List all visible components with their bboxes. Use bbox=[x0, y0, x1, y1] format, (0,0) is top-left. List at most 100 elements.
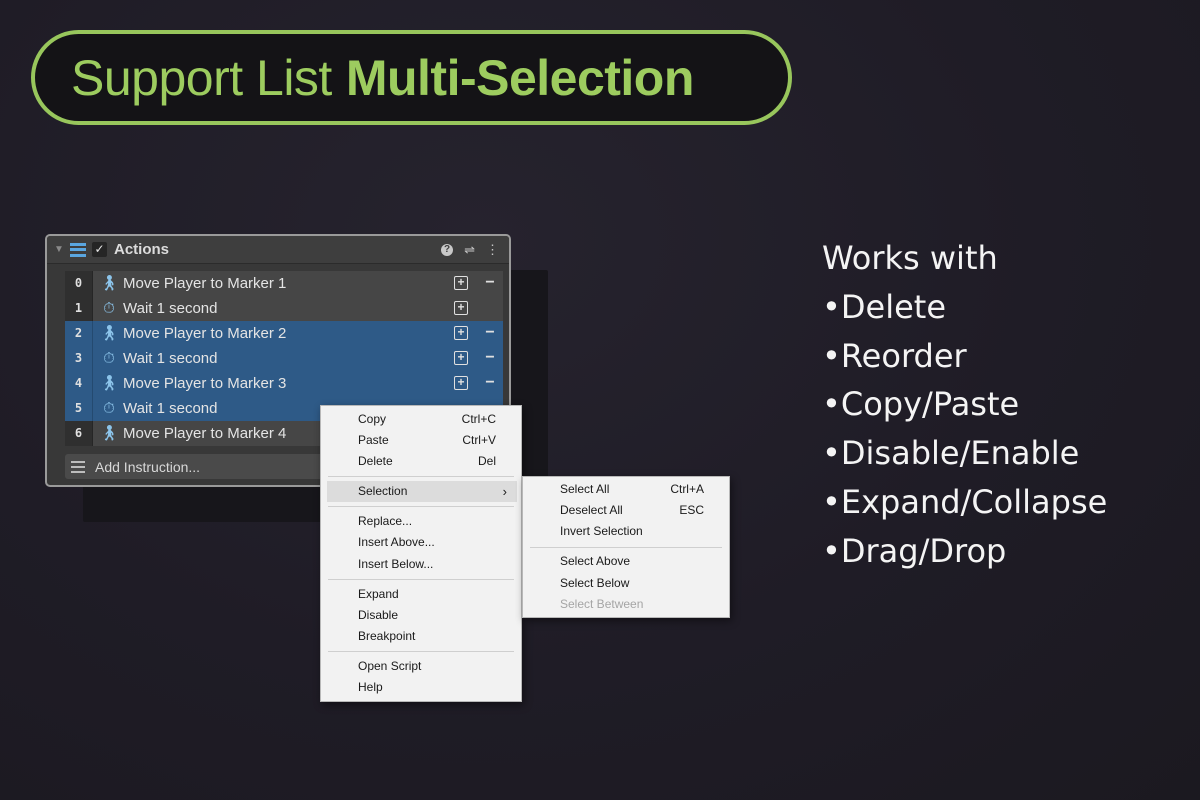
headline-banner: Support List Multi-Selection bbox=[31, 30, 792, 125]
menu-item-label: Delete bbox=[358, 454, 393, 468]
feature-item: •Reorder bbox=[822, 336, 967, 375]
menu-item-copy[interactable]: Copy Ctrl+C bbox=[321, 409, 521, 430]
menu-item-invert-selection[interactable]: Invert Selection bbox=[523, 521, 729, 542]
insert-button[interactable]: + bbox=[454, 326, 468, 340]
menu-item-select-above[interactable]: Select Above bbox=[523, 551, 729, 572]
menu-separator bbox=[328, 579, 514, 580]
menu-item-disable[interactable]: Disable bbox=[321, 605, 521, 626]
feature-item: •Delete bbox=[822, 287, 947, 326]
feature-item: •Drag/Drop bbox=[822, 531, 1007, 570]
remove-button[interactable]: − bbox=[483, 271, 497, 296]
remove-button[interactable]: − bbox=[483, 346, 497, 371]
menu-item-label: Invert Selection bbox=[560, 524, 643, 538]
menu-item-label: Open Script bbox=[358, 659, 422, 673]
menu-item-select-below[interactable]: Select Below bbox=[523, 573, 729, 594]
menu-item-delete[interactable]: Delete Del bbox=[321, 451, 521, 472]
collapse-triangle-icon[interactable]: ▼ bbox=[54, 244, 64, 255]
menu-item-selection[interactable]: Selection › bbox=[327, 481, 517, 502]
chevron-right-icon: › bbox=[502, 484, 507, 499]
walk-icon: 🚶︎ bbox=[99, 325, 119, 342]
menu-item-shortcut: Ctrl+C bbox=[461, 412, 496, 426]
timer-icon: ⏱︎ bbox=[103, 399, 115, 417]
insert-button[interactable]: + bbox=[454, 376, 468, 390]
row-index: 1 bbox=[65, 295, 93, 321]
insert-button[interactable]: + bbox=[454, 276, 468, 290]
menu-item-label: Breakpoint bbox=[358, 629, 416, 643]
works-with-heading: Works with bbox=[822, 239, 998, 277]
settings-sliders-icon[interactable]: ⇌ bbox=[464, 242, 475, 258]
menu-item-insert-above[interactable]: Insert Above... bbox=[321, 532, 521, 553]
timer-icon: ⏱︎ bbox=[103, 299, 115, 317]
menu-item-label: Select Below bbox=[560, 576, 630, 590]
menu-item-shortcut: Del bbox=[477, 454, 496, 468]
help-icon[interactable]: ? bbox=[441, 243, 454, 256]
menu-item-label: Select Between bbox=[560, 597, 644, 611]
walk-icon: 🚶︎ bbox=[99, 425, 119, 442]
row-label: Move Player to Marker 1 bbox=[123, 274, 287, 292]
row-index: 4 bbox=[65, 370, 93, 396]
row-label: Wait 1 second bbox=[123, 349, 218, 367]
menu-item-select-all[interactable]: Select All Ctrl+A bbox=[523, 479, 729, 500]
row-label: Move Player to Marker 2 bbox=[123, 324, 287, 342]
feature-item: •Expand/Collapse bbox=[822, 482, 1108, 521]
menu-item-paste[interactable]: Paste Ctrl+V bbox=[321, 430, 521, 451]
menu-item-label: Expand bbox=[358, 587, 399, 601]
more-vert-icon[interactable]: ⋮ bbox=[486, 242, 499, 258]
menu-item-help[interactable]: Help bbox=[321, 677, 521, 698]
menu-item-label: Disable bbox=[358, 608, 399, 622]
row-label: Move Player to Marker 4 bbox=[123, 424, 287, 442]
row-index: 6 bbox=[65, 420, 93, 446]
works-with-list: Works with •Delete •Reorder •Copy/Paste … bbox=[822, 234, 1107, 576]
menu-separator bbox=[328, 476, 514, 477]
list-item[interactable]: 0 🚶︎ Move Player to Marker 1 + − bbox=[65, 270, 503, 296]
menu-item-label: Select All bbox=[560, 482, 610, 496]
menu-separator bbox=[328, 651, 514, 652]
menu-item-shortcut: Ctrl+A bbox=[670, 482, 704, 496]
menu-item-shortcut: ESC bbox=[679, 503, 704, 517]
list-item[interactable]: 2 🚶︎ Move Player to Marker 2 + − bbox=[65, 320, 503, 346]
menu-item-breakpoint[interactable]: Breakpoint bbox=[321, 626, 521, 647]
menu-item-shortcut: Ctrl+V bbox=[462, 433, 496, 447]
menu-item-expand[interactable]: Expand bbox=[321, 584, 521, 605]
menu-item-label: Help bbox=[358, 680, 383, 694]
menu-item-label: Deselect All bbox=[560, 503, 623, 517]
enabled-checkbox[interactable]: ✓ bbox=[92, 242, 107, 257]
insert-button[interactable]: + bbox=[454, 301, 468, 315]
row-label: Wait 1 second bbox=[123, 299, 218, 317]
walk-icon: 🚶︎ bbox=[99, 375, 119, 392]
list-item[interactable]: 4 🚶︎ Move Player to Marker 3 + − bbox=[65, 370, 503, 396]
headline-light: Support List bbox=[71, 49, 332, 106]
list-item[interactable]: 1 ⏱︎ Wait 1 second + bbox=[65, 295, 503, 321]
context-menu: Copy Ctrl+C Paste Ctrl+V Delete Del Sele… bbox=[320, 405, 522, 702]
feature-item: •Disable/Enable bbox=[822, 434, 1080, 473]
selection-submenu: Select All Ctrl+A Deselect All ESC Inver… bbox=[522, 476, 730, 618]
list-icon bbox=[70, 242, 86, 257]
menu-item-deselect-all[interactable]: Deselect All ESC bbox=[523, 500, 729, 521]
list-item[interactable]: 3 ⏱︎ Wait 1 second + − bbox=[65, 345, 503, 371]
row-index: 5 bbox=[65, 395, 93, 421]
menu-item-label: Select Above bbox=[560, 554, 631, 568]
menu-item-insert-below[interactable]: Insert Below... bbox=[321, 554, 521, 575]
menu-item-open-script[interactable]: Open Script bbox=[321, 656, 521, 677]
row-index: 0 bbox=[65, 270, 93, 296]
insert-button[interactable]: + bbox=[454, 351, 468, 365]
timer-icon: ⏱︎ bbox=[103, 349, 115, 367]
menu-item-replace[interactable]: Replace... bbox=[321, 511, 521, 532]
menu-item-select-between: Select Between bbox=[523, 594, 729, 615]
remove-button[interactable]: − bbox=[483, 371, 497, 396]
menu-item-label: Replace... bbox=[358, 514, 413, 528]
menu-separator bbox=[328, 506, 514, 507]
menu-item-label: Insert Below... bbox=[358, 557, 434, 571]
menu-item-label: Selection bbox=[358, 484, 408, 498]
row-label: Wait 1 second bbox=[123, 399, 218, 417]
row-index: 2 bbox=[65, 320, 93, 346]
walk-icon: 🚶︎ bbox=[99, 275, 119, 292]
panel-title: Actions bbox=[114, 241, 170, 258]
feature-item: •Copy/Paste bbox=[822, 385, 1020, 424]
add-instruction-label: Add Instruction... bbox=[95, 458, 201, 475]
row-label: Move Player to Marker 3 bbox=[123, 374, 287, 392]
menu-item-label: Paste bbox=[358, 433, 389, 447]
menu-separator bbox=[530, 547, 722, 548]
menu-item-label: Insert Above... bbox=[358, 535, 435, 549]
remove-button[interactable]: − bbox=[483, 321, 497, 346]
